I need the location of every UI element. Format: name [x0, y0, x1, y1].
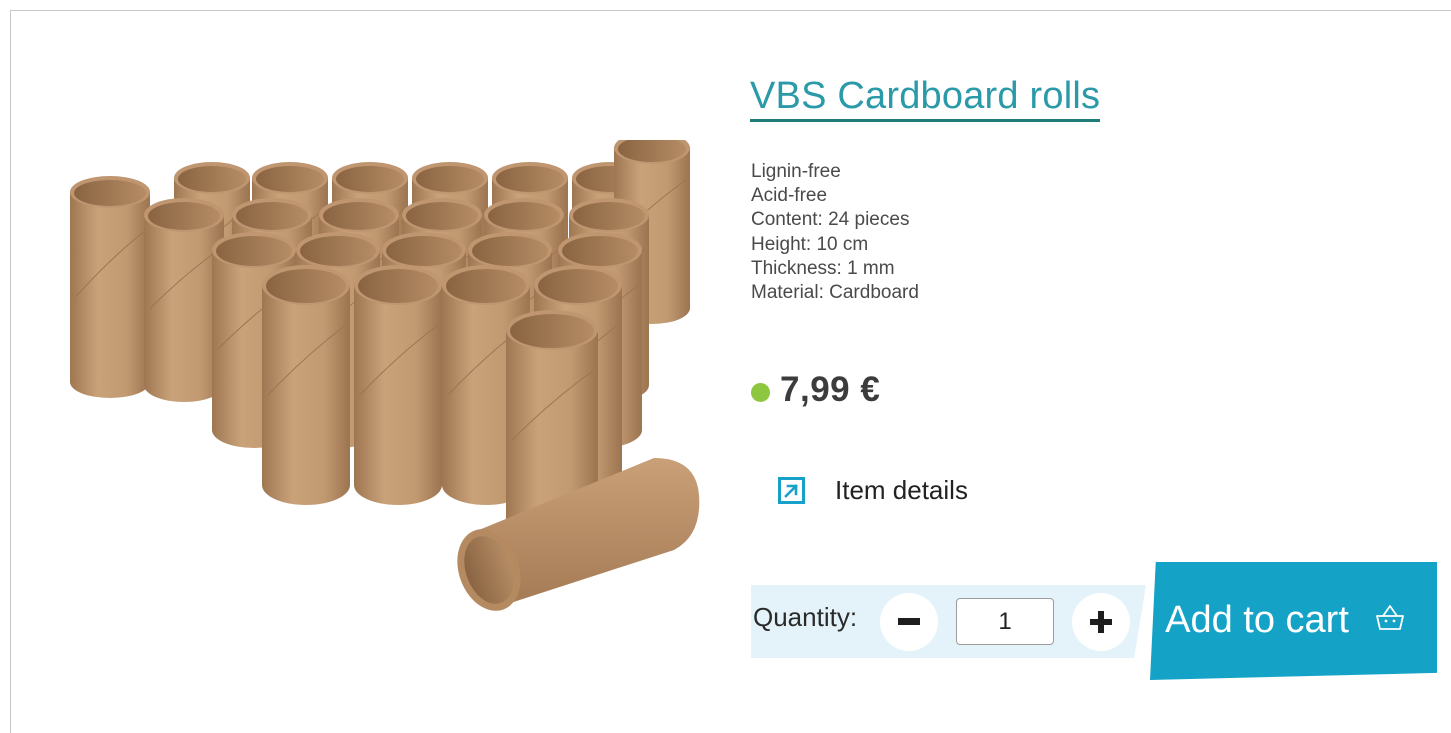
add-to-cart-button[interactable]: Add to cart [1150, 562, 1437, 680]
cardboard-tube-opening [236, 202, 308, 230]
feature-item: Lignin-free [751, 161, 841, 182]
cardboard-tube [70, 192, 150, 398]
product-image [70, 140, 700, 611]
cardboard-tube-opening [358, 269, 438, 303]
quantity-input[interactable] [956, 598, 1054, 645]
feature-item: Content: 24 pieces [751, 209, 910, 231]
stock-indicator-dot [751, 382, 770, 402]
cardboard-tube-opening [386, 236, 462, 266]
cardboard-tube-opening [300, 236, 376, 266]
feature-list: Lignin-free Acid-free Content: 24 pieces… [751, 160, 919, 305]
cardboard-tube-opening [472, 236, 548, 266]
feature-item: Material: Cardboard [751, 282, 919, 304]
cardboard-tube-opening [446, 269, 526, 303]
item-details-link[interactable]: Item details [778, 475, 968, 506]
basket-icon [1376, 605, 1404, 630]
feature-item: Thickness: 1 mm [751, 257, 895, 279]
cardboard-tube-opening [256, 166, 324, 192]
cardboard-tube-opening [562, 236, 638, 266]
cardboard-tube-opening [538, 269, 618, 303]
quantity-increase-button[interactable] [1072, 593, 1130, 651]
cardboard-tube-opening [510, 314, 594, 348]
cardboard-tube-opening [74, 180, 146, 206]
minus-icon [898, 618, 920, 625]
cardboard-tube-opening [488, 202, 560, 230]
product-price: 7,99 € [780, 370, 881, 409]
cardboard-tube [354, 285, 442, 505]
cardboard-tube-opening [416, 166, 484, 192]
cardboard-tube [262, 285, 350, 505]
cardboard-tube-opening [496, 166, 564, 192]
cardboard-tube-opening [266, 269, 346, 303]
cardboard-tube-opening [148, 202, 220, 230]
item-details-label: Item details [835, 475, 968, 505]
cardboard-tube-opening [323, 202, 395, 230]
product-title[interactable]: VBS Cardboard rolls [750, 74, 1101, 122]
cardboard-tube-opening [573, 202, 645, 230]
cardboard-tube-opening [178, 166, 246, 192]
feature-item: Acid-free [751, 185, 828, 207]
cardboard-tube-opening [336, 166, 404, 192]
cardboard-tube-opening [406, 202, 478, 230]
feature-item: Height: 10 cm [751, 233, 869, 255]
quantity-decrease-button[interactable] [880, 593, 938, 651]
quantity-label: Quantity: [753, 602, 858, 632]
plus-icon [1090, 611, 1112, 633]
price-row: 7,99 € [751, 370, 880, 410]
add-to-cart-label: Add to cart [1165, 598, 1349, 641]
external-link-icon [778, 477, 805, 504]
cardboard-tube-opening [216, 236, 292, 266]
